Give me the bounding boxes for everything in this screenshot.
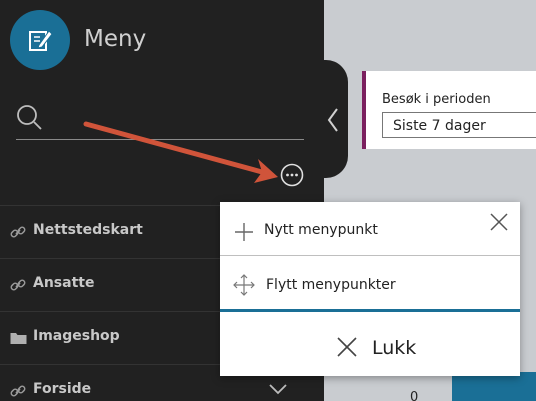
search-bar [16, 104, 304, 140]
sidebar-item-label: Forside [33, 381, 92, 397]
close-popup-button[interactable]: Lukk [220, 313, 520, 376]
move-icon [233, 274, 255, 296]
menu-options-popup: Nytt menypunkt Flytt menypunkter Lukk [220, 202, 520, 376]
chevron-left-icon[interactable] [326, 107, 340, 133]
more-icon [280, 163, 304, 187]
period-select-value: Siste 7 dager [393, 118, 486, 134]
logo [10, 10, 70, 70]
period-label: Besøk i perioden [382, 92, 491, 107]
search-icon [17, 105, 42, 130]
sidebar-item-label: Imageshop [33, 328, 120, 344]
plus-icon [235, 223, 253, 241]
new-menu-item-option[interactable]: Nytt menypunkt [220, 202, 520, 256]
menu-title: Meny [84, 26, 147, 52]
move-menu-items-label: Flytt menypunkter [266, 277, 396, 293]
edit-icon [29, 30, 53, 51]
sidebar-item-label: Nettstedskart [33, 222, 143, 238]
close-icon[interactable] [489, 212, 509, 232]
link-icon [10, 385, 26, 397]
new-menu-item-label: Nytt menypunkt [264, 222, 378, 238]
folder-icon [10, 333, 27, 344]
chart-bar [452, 372, 536, 401]
more-options-button[interactable] [280, 163, 304, 187]
link-icon [10, 279, 26, 291]
sidebar-item-label: Ansatte [33, 275, 95, 291]
period-select[interactable]: Siste 7 dager [382, 112, 536, 138]
move-menu-items-option[interactable]: Flytt menypunkter [220, 256, 520, 312]
close-label: Lukk [372, 337, 417, 359]
search-input[interactable] [50, 104, 300, 138]
link-icon [10, 226, 26, 238]
chevron-down-icon[interactable] [268, 383, 288, 395]
close-icon [337, 337, 357, 357]
axis-zero-label: 0 [410, 390, 419, 401]
